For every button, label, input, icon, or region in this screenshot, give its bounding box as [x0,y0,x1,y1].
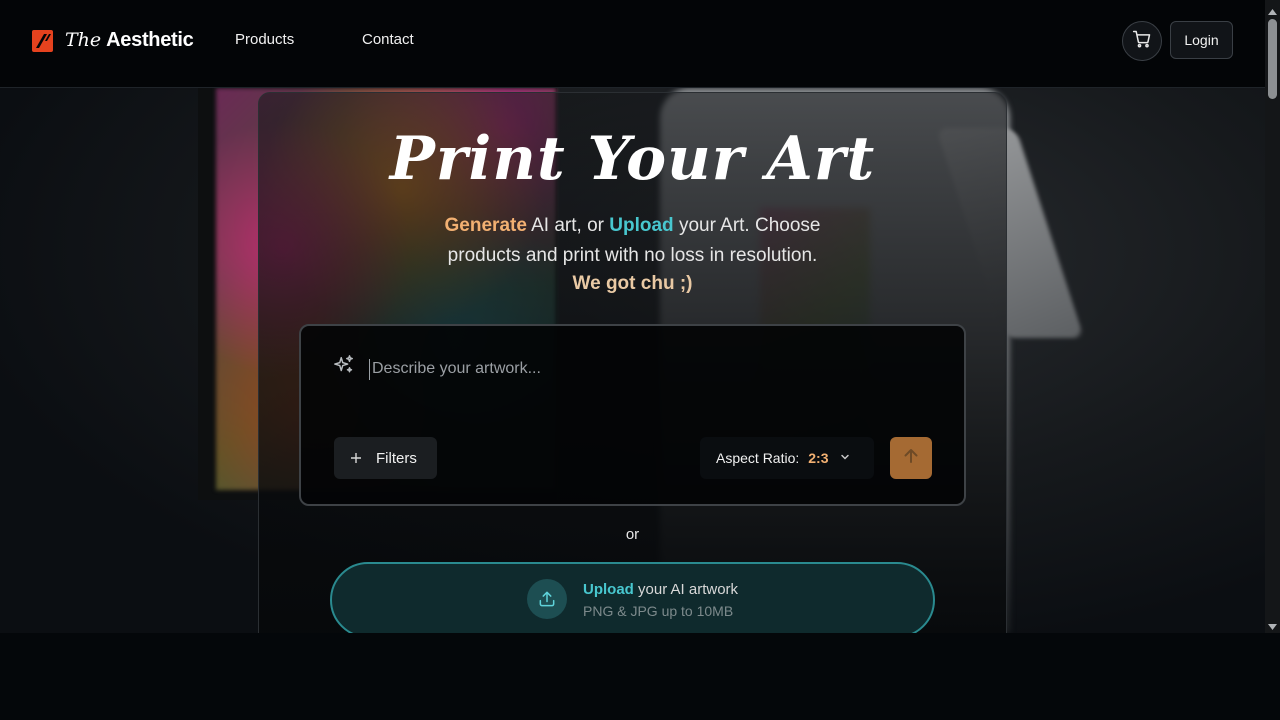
upload-title: Upload your AI artwork [583,581,738,598]
hero-tagline: We got chu ;) [572,273,693,294]
page-viewport: The Aesthetic Products Contact Login Pri… [0,0,1265,633]
upload-title-keyword: Upload [583,581,634,598]
aspect-ratio-select[interactable]: Aspect Ratio: 2:3 [700,437,874,479]
below-viewport-area [0,633,1280,720]
brand-name: Aesthetic [106,29,194,51]
chevron-down-icon [839,450,851,466]
aspect-ratio-label: Aspect Ratio: [716,450,800,466]
plus-icon [350,450,362,467]
arrow-up-icon [901,446,921,471]
scrollbar-thumb[interactable] [1268,19,1277,99]
upload-keyword: Upload [609,215,674,236]
scroll-up-arrow-icon[interactable] [1267,4,1278,15]
or-divider: or [625,526,640,543]
subtitle-line-2: products and print with no loss in resol… [447,245,818,266]
hero-subtitle: Generate AI art, or Upload your Art. Cho… [258,211,1007,271]
upload-icon [527,579,567,619]
generate-keyword: Generate [444,215,527,236]
upload-title-rest: your AI artwork [633,581,739,598]
cart-button[interactable] [1122,21,1162,61]
brand-the: The [65,29,102,51]
upload-file-hint: PNG & JPG up to 10MB [583,603,734,619]
site-header: The Aesthetic Products Contact Login [0,0,1265,88]
page-title: Print Your Art [389,124,876,194]
brand-logo[interactable]: The Aesthetic [32,29,194,52]
login-button[interactable]: Login [1170,21,1233,59]
sparkles-icon [333,354,355,376]
aspect-ratio-value: 2:3 [808,450,829,466]
shopping-cart-icon [1132,29,1152,54]
generate-submit-button[interactable] [890,437,932,479]
filters-button[interactable]: Filters [334,437,437,479]
logo-mark-icon [32,29,53,52]
nav-link-contact[interactable]: Contact [362,31,414,48]
subtitle-text-2: your Art. Choose [673,215,821,236]
text-caret [369,359,370,380]
artwork-prompt-input[interactable] [372,357,932,381]
scroll-down-arrow-icon[interactable] [1267,619,1278,630]
nav-link-products[interactable]: Products [235,31,294,48]
brand-wordmark: The Aesthetic [65,29,194,52]
subtitle-text-1: AI art, or [526,215,610,236]
filters-label: Filters [376,449,417,467]
